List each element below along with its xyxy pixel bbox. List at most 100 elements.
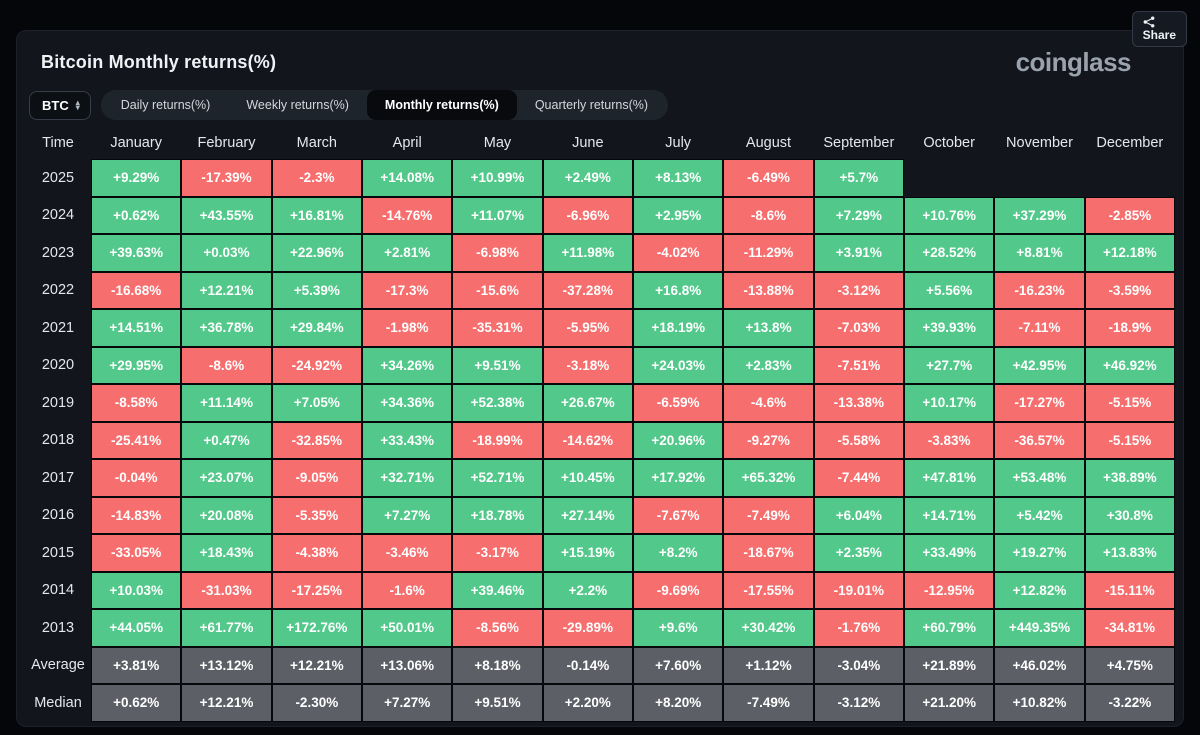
table-row: Median +0.62% +12.21% -2.30% +7.27% +9.51% +2.… [25,684,1175,722]
return-cell: -1.6% [362,571,453,609]
return-cell: +29.84% [271,309,362,347]
column-header: March [296,135,337,151]
table-row: 2015 -33.05% +18.43% -4.38% -3.46% -3.17% +15.… [25,534,1175,572]
return-cell: +23.07% [181,459,272,497]
return-cell: +5.42% [994,496,1085,534]
return-cell: -1.76% [813,609,904,647]
return-cell: -19.01% [813,571,904,609]
return-cell: -6.98% [452,234,543,272]
controls-row: BTC ▴ ▾ Daily returns(%) Weekly returns(%)… [29,90,1175,120]
return-cell: -7.44% [813,459,904,497]
row-label: 2017 [41,469,75,486]
return-cell: +61.77% [181,609,272,647]
return-cell: +52.38% [452,384,543,422]
return-cell: +14.51% [91,309,182,347]
share-button-label: Share [1142,28,1176,42]
return-cell: +7.05% [271,384,362,422]
return-cell: +10.17% [904,384,995,422]
row-label: 2016 [41,507,75,524]
return-cell: -3.12% [813,684,904,722]
share-icon [1143,16,1176,28]
share-button[interactable]: Share [1131,11,1187,47]
column-header: January [110,135,162,151]
return-cell: -6.49% [723,159,814,197]
return-cell: -14.76% [362,196,453,234]
return-cell: +29.95% [91,346,182,384]
return-cell: -31.03% [181,571,272,609]
tab-monthly-returns[interactable]: Monthly returns(%) [366,90,517,120]
return-cell: -17.27% [994,384,1085,422]
column-header: December [1096,135,1164,151]
return-cell: +13.83% [1084,534,1175,572]
return-cell: +13.8% [723,309,814,347]
tab-daily-returns[interactable]: Daily returns(%) [103,90,229,120]
return-cell: +33.43% [362,421,453,459]
tab-group: Daily returns(%) Weekly returns(%) Monthly… [100,90,669,120]
return-cell: -9.27% [723,421,814,459]
return-cell: +7.29% [813,196,904,234]
row-label: 2022 [41,282,75,299]
table-row: 2024 +0.62% +43.55% +16.81% -14.76% +11.07% -6… [25,196,1175,234]
return-cell: -2.85% [1084,196,1175,234]
return-cell: +9.29% [91,159,182,197]
table-row: 2018 -25.41% +0.47% -32.85% +33.43% -18.99% -1… [25,421,1175,459]
return-cell: +8.2% [633,534,724,572]
return-cell: -0.14% [542,646,633,684]
return-cell: +3.81% [91,646,182,684]
return-cell: +27.7% [904,346,995,384]
return-cell [904,159,994,197]
return-cell: -29.89% [542,609,633,647]
returns-card: Bitcoin Monthly returns(%) coinglass BTC… [16,30,1184,727]
return-cell: -7.49% [723,496,814,534]
table-row: 2019 -8.58% +11.14% +7.05% +34.36% +52.38% +26… [25,384,1175,422]
return-cell: +53.48% [994,459,1085,497]
return-cell: -37.28% [542,271,633,309]
card-header: Bitcoin Monthly returns(%) coinglass [25,31,1175,78]
tab-weekly-returns[interactable]: Weekly returns(%) [228,90,367,120]
row-label: 2018 [41,432,75,449]
return-cell: -11.29% [723,234,814,272]
return-cell: -7.51% [813,346,904,384]
symbol-select[interactable]: BTC ▴ ▾ [29,90,91,120]
return-cell: +46.92% [1084,346,1175,384]
return-cell: +60.79% [904,609,995,647]
return-cell: +33.49% [904,534,995,572]
return-cell: +46.02% [994,646,1085,684]
return-cell: +38.89% [1084,459,1175,497]
return-cell: -35.31% [452,309,543,347]
return-cell: +42.95% [994,346,1085,384]
return-cell: +13.12% [181,646,272,684]
return-cell: +34.26% [362,346,453,384]
return-cell: +5.7% [813,159,904,197]
return-cell: -14.62% [542,421,633,459]
return-cell: -7.11% [994,309,1085,347]
column-header: May [483,135,512,151]
return-cell: +24.03% [633,346,724,384]
page-title: Bitcoin Monthly returns(%) [41,52,277,72]
return-cell: -13.88% [723,271,814,309]
return-cell: -3.83% [904,421,995,459]
tab-quarterly-returns[interactable]: Quarterly returns(%) [517,90,666,120]
row-label: 2023 [41,244,75,261]
return-cell: -33.05% [91,534,182,572]
return-cell: +7.60% [633,646,724,684]
return-cell: +65.32% [723,459,814,497]
return-cell: -17.39% [181,159,272,197]
return-cell: +43.55% [181,196,272,234]
return-cell: +5.56% [904,271,995,309]
column-header: February [197,135,256,151]
return-cell: +15.19% [542,534,633,572]
return-cell: +8.13% [633,159,724,197]
column-header: April [392,135,422,151]
return-cell: +2.83% [723,346,814,384]
return-cell: -25.41% [91,421,182,459]
return-cell: +10.82% [994,684,1085,722]
return-cell: -3.59% [1084,271,1175,309]
return-cell: +449.35% [994,609,1085,647]
return-cell: +39.93% [904,309,995,347]
return-cell: +27.14% [542,496,633,534]
symbol-select-value: BTC [42,97,69,113]
return-cell: +34.36% [362,384,453,422]
return-cell: +14.08% [362,159,453,197]
return-cell: +21.89% [904,646,995,684]
